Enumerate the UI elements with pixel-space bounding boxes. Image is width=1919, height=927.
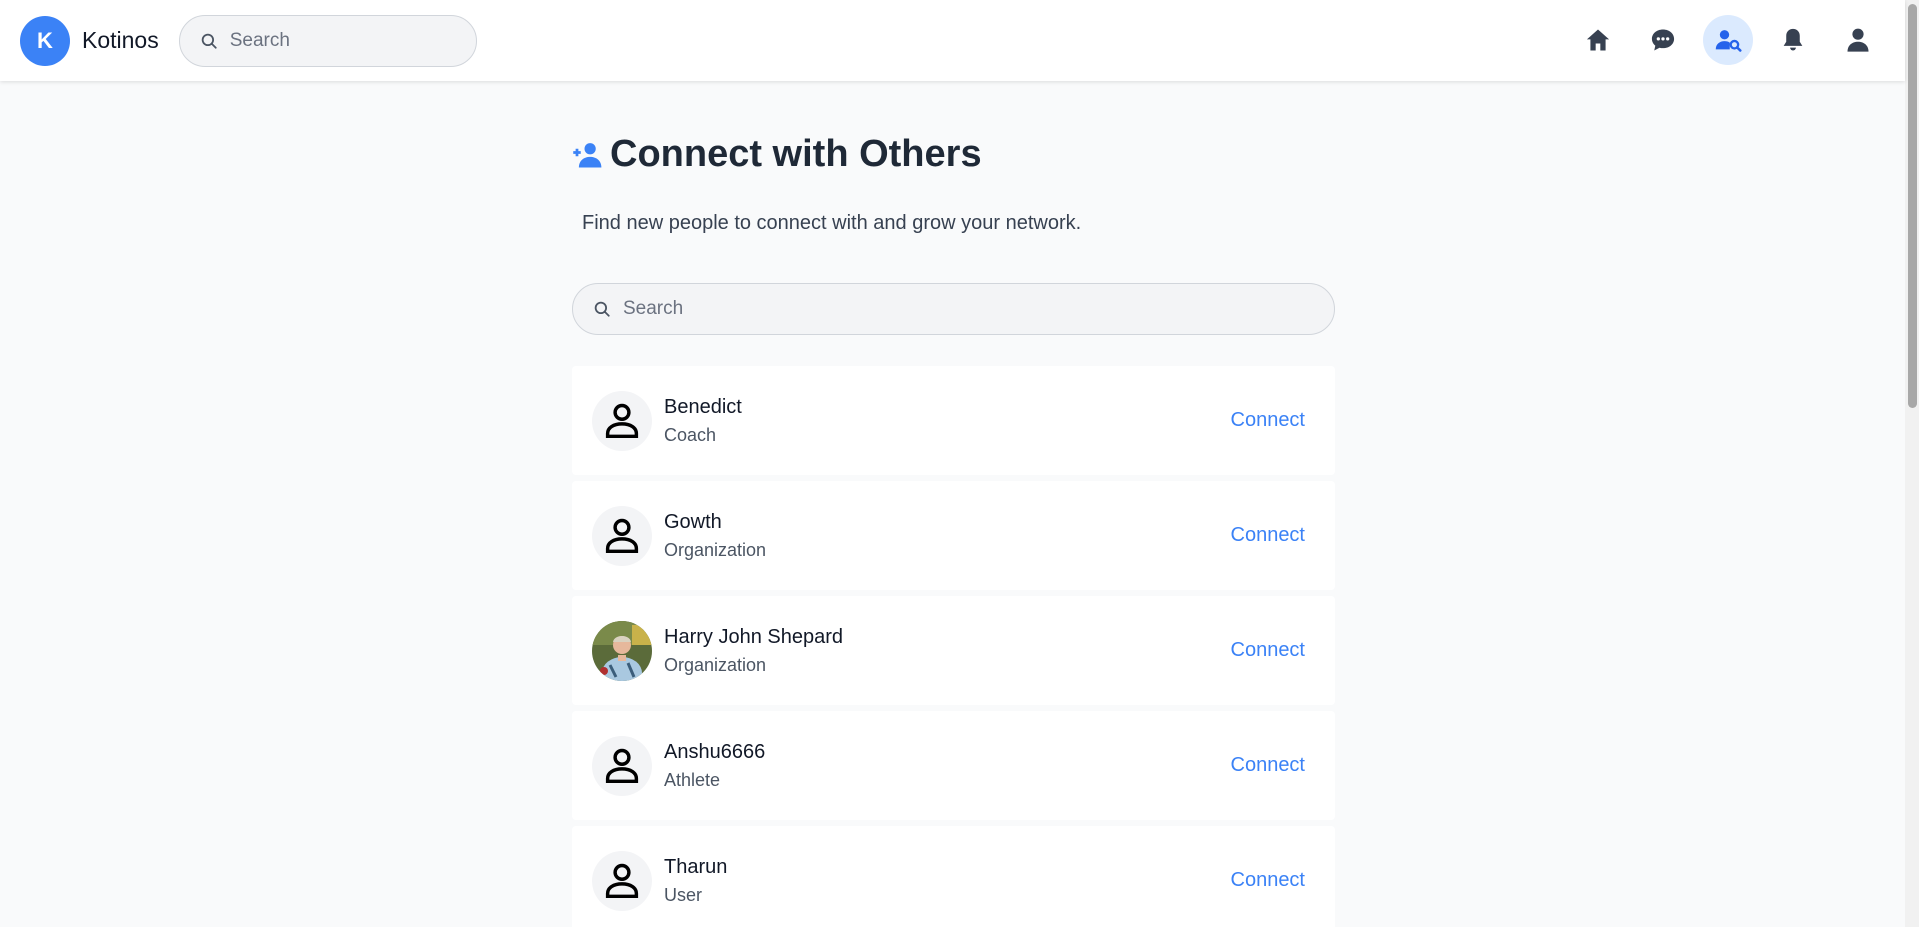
list-item[interactable]: Benedict Coach Connect [572, 366, 1335, 475]
person-name[interactable]: Benedict [664, 396, 742, 419]
app-name: Kotinos [82, 27, 159, 53]
connect-button[interactable]: Connect [1231, 869, 1306, 892]
top-navigation-bar: K Kotinos [0, 0, 1905, 81]
nav-notifications-button[interactable] [1768, 15, 1818, 65]
nav-home-button[interactable] [1573, 15, 1623, 65]
page-heading: Connect with Others [610, 133, 982, 175]
main-content: Connect with Others Find new people to c… [572, 81, 1335, 927]
add-user-icon [573, 142, 602, 167]
page-title: Connect with Others [572, 133, 1335, 176]
page-subtitle: Find new people to connect with and grow… [582, 212, 1082, 234]
people-list: Benedict Coach Connect Gowth Organizatio… [572, 366, 1335, 927]
header-search-input[interactable] [229, 29, 460, 52]
people-search-box[interactable] [572, 283, 1335, 335]
person-info: Gowth Organization [664, 511, 766, 561]
person-role: Organization [664, 539, 767, 560]
nav-messages-button[interactable] [1638, 15, 1688, 65]
person-info: Harry John Shepard Organization [664, 626, 843, 676]
messages-icon [1651, 29, 1675, 51]
person-name[interactable]: Anshu6666 [664, 741, 765, 764]
avatar-photo[interactable] [592, 620, 652, 681]
search-icon [201, 33, 217, 49]
profile-icon [1847, 28, 1869, 52]
person-role: Athlete [664, 769, 721, 790]
connect-button[interactable]: Connect [1231, 754, 1306, 777]
nav-profile-button[interactable] [1833, 15, 1883, 65]
avatar[interactable] [592, 390, 652, 451]
default-avatar-icon [605, 863, 639, 898]
default-avatar-icon [605, 518, 639, 553]
page-scrollbar[interactable] [1905, 0, 1919, 927]
app-logo[interactable]: K [20, 15, 70, 66]
notifications-icon [1783, 28, 1803, 51]
avatar[interactable] [592, 505, 652, 566]
default-avatar-icon [605, 748, 639, 783]
person-role: Coach [664, 424, 717, 445]
home-icon [1586, 29, 1610, 51]
person-name[interactable]: Tharun [664, 856, 727, 879]
scrollbar-thumb[interactable] [1908, 4, 1917, 408]
nav-find-people-button[interactable] [1703, 15, 1753, 65]
connect-button[interactable]: Connect [1231, 409, 1306, 432]
people-search-input[interactable] [623, 298, 1323, 320]
connect-button[interactable]: Connect [1231, 524, 1306, 547]
list-item[interactable]: Tharun User Connect [572, 826, 1335, 927]
search-icon [594, 301, 610, 317]
list-item[interactable]: Anshu6666 Athlete Connect [572, 711, 1335, 820]
person-info: Anshu6666 Athlete [664, 741, 765, 791]
connect-button[interactable]: Connect [1231, 639, 1306, 662]
profile-photo [592, 620, 652, 681]
person-info: Benedict Coach [664, 396, 742, 446]
list-item[interactable]: Harry John Shepard Organization Connect [572, 596, 1335, 705]
header-search-box[interactable] [178, 14, 477, 67]
find-people-icon [1715, 30, 1742, 52]
person-info: Tharun User [664, 856, 727, 906]
person-role: User [664, 884, 703, 905]
default-avatar-icon [605, 403, 639, 438]
person-name[interactable]: Gowth [664, 511, 766, 534]
person-name[interactable]: Harry John Shepard [664, 626, 843, 649]
brand[interactable]: K Kotinos [20, 15, 159, 66]
avatar[interactable] [592, 850, 652, 911]
person-role: Organization [664, 654, 767, 675]
avatar[interactable] [592, 735, 652, 796]
nav-icons [1573, 15, 1898, 65]
list-item[interactable]: Gowth Organization Connect [572, 481, 1335, 590]
